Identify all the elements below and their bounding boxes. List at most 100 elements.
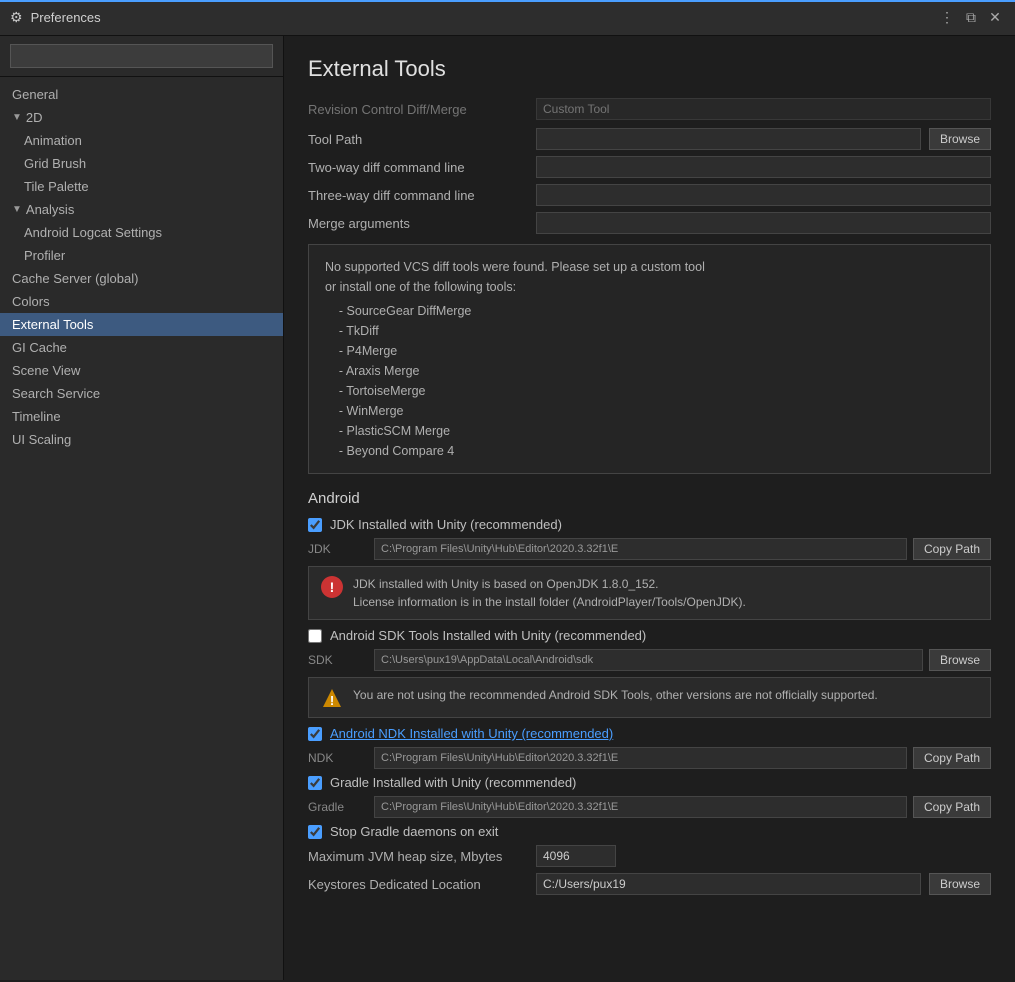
title-bar-left: ⚙ Preferences: [10, 9, 101, 26]
search-input[interactable]: [10, 44, 273, 68]
svg-text:!: !: [330, 693, 334, 708]
revision-control-input[interactable]: [536, 98, 991, 120]
window-title: Preferences: [31, 10, 101, 25]
ndk-checkbox-row: Android NDK Installed with Unity (recomm…: [308, 726, 991, 741]
gradle-checkbox-row: Gradle Installed with Unity (recommended…: [308, 775, 991, 790]
ndk-path-row: NDK Copy Path: [308, 747, 991, 769]
sdk-alert-text: You are not using the recommended Androi…: [353, 686, 878, 704]
keystores-input[interactable]: [536, 873, 921, 895]
merge-arguments-input[interactable]: [536, 212, 991, 234]
sdk-path-row: SDK Browse: [308, 649, 991, 671]
sidebar-item-general[interactable]: General: [0, 83, 283, 106]
app-icon: ⚙: [10, 9, 23, 26]
merge-arguments-label: Merge arguments: [308, 216, 528, 231]
ndk-path-label: NDK: [308, 751, 368, 765]
keystores-label: Keystores Dedicated Location: [308, 877, 528, 892]
jdk-checkbox-label: JDK Installed with Unity (recommended): [330, 517, 562, 532]
jdk-path-label: JDK: [308, 542, 368, 556]
sdk-checkbox[interactable]: [308, 629, 322, 643]
tool-path-input[interactable]: [536, 128, 921, 150]
sidebar-item-scene-view[interactable]: Scene View: [0, 359, 283, 382]
gradle-checkbox[interactable]: [308, 776, 322, 790]
max-jvm-input[interactable]: [536, 845, 616, 867]
max-jvm-label: Maximum JVM heap size, Mbytes: [308, 849, 528, 864]
sdk-alert-icon: !: [321, 687, 343, 709]
jdk-alert-icon: !: [321, 576, 343, 598]
stop-gradle-checkbox-row: Stop Gradle daemons on exit: [308, 824, 991, 839]
tool-item-7: - Beyond Compare 4: [325, 441, 974, 461]
sidebar-item-animation[interactable]: Animation: [0, 129, 283, 152]
jdk-alert-text: JDK installed with Unity is based on Ope…: [353, 575, 746, 611]
gradle-copy-path-button[interactable]: Copy Path: [913, 796, 991, 818]
sidebar-item-profiler[interactable]: Profiler: [0, 244, 283, 267]
sidebar-item-colors[interactable]: Colors: [0, 290, 283, 313]
close-button[interactable]: ✕: [985, 8, 1005, 28]
sidebar-item-gi-cache[interactable]: GI Cache: [0, 336, 283, 359]
gradle-path-label: Gradle: [308, 800, 368, 814]
tool-path-browse-button[interactable]: Browse: [929, 128, 991, 150]
sidebar-item-timeline[interactable]: Timeline: [0, 405, 283, 428]
two-way-diff-label: Two-way diff command line: [308, 160, 528, 175]
search-wrapper: [10, 44, 273, 68]
gradle-checkbox-label: Gradle Installed with Unity (recommended…: [330, 775, 576, 790]
sdk-browse-button[interactable]: Browse: [929, 649, 991, 671]
tool-item-0: - SourceGear DiffMerge: [325, 301, 974, 321]
sidebar-item-ui-scaling[interactable]: UI Scaling: [0, 428, 283, 451]
sidebar-item-cache-server[interactable]: Cache Server (global): [0, 267, 283, 290]
revision-control-row: Revision Control Diff/Merge: [308, 98, 991, 120]
jdk-checkbox[interactable]: [308, 518, 322, 532]
jdk-checkbox-row: JDK Installed with Unity (recommended): [308, 517, 991, 532]
title-bar-controls: ⋮ ⧉ ✕: [937, 8, 1005, 28]
jdk-copy-path-button[interactable]: Copy Path: [913, 538, 991, 560]
sidebar-nav: General ▼ 2D Animation Grid Brush Tile P…: [0, 77, 283, 457]
merge-arguments-row: Merge arguments: [308, 212, 991, 234]
info-line2: or install one of the following tools:: [325, 277, 974, 297]
content-inner: External Tools Revision Control Diff/Mer…: [284, 36, 1015, 980]
content-area: External Tools Revision Control Diff/Mer…: [284, 36, 1015, 980]
three-way-diff-label: Three-way diff command line: [308, 188, 528, 203]
sdk-path-input[interactable]: [374, 649, 923, 671]
tools-list: - SourceGear DiffMerge - TkDiff - P4Merg…: [325, 301, 974, 461]
tool-item-6: - PlasticSCM Merge: [325, 421, 974, 441]
two-way-diff-input[interactable]: [536, 156, 991, 178]
stop-gradle-checkbox-label: Stop Gradle daemons on exit: [330, 824, 498, 839]
search-bar: [0, 36, 283, 77]
sidebar-item-android-logcat[interactable]: Android Logcat Settings: [0, 221, 283, 244]
jdk-alert-box: ! JDK installed with Unity is based on O…: [308, 566, 991, 620]
three-way-diff-input[interactable]: [536, 184, 991, 206]
ndk-copy-path-button[interactable]: Copy Path: [913, 747, 991, 769]
sidebar-item-external-tools[interactable]: External Tools: [0, 313, 283, 336]
maximize-button[interactable]: ⧉: [961, 8, 981, 28]
android-section-title: Android: [308, 490, 991, 507]
ndk-path-input[interactable]: [374, 747, 907, 769]
gradle-path-row: Gradle Copy Path: [308, 796, 991, 818]
two-way-diff-row: Two-way diff command line: [308, 156, 991, 178]
caret-analysis: ▼: [12, 204, 22, 215]
sidebar-item-grid-brush[interactable]: Grid Brush: [0, 152, 283, 175]
info-line1: No supported VCS diff tools were found. …: [325, 257, 974, 277]
keystores-row: Keystores Dedicated Location Browse: [308, 873, 991, 895]
menu-button[interactable]: ⋮: [937, 8, 957, 28]
jdk-path-input[interactable]: [374, 538, 907, 560]
page-title: External Tools: [308, 56, 991, 82]
main-layout: General ▼ 2D Animation Grid Brush Tile P…: [0, 36, 1015, 980]
sidebar: General ▼ 2D Animation Grid Brush Tile P…: [0, 36, 284, 980]
tool-item-3: - Araxis Merge: [325, 361, 974, 381]
stop-gradle-checkbox[interactable]: [308, 825, 322, 839]
sdk-alert-box: ! You are not using the recommended Andr…: [308, 677, 991, 718]
sidebar-item-search-service[interactable]: Search Service: [0, 382, 283, 405]
sdk-checkbox-row: Android SDK Tools Installed with Unity (…: [308, 628, 991, 643]
tool-item-5: - WinMerge: [325, 401, 974, 421]
keystores-browse-button[interactable]: Browse: [929, 873, 991, 895]
sidebar-item-analysis[interactable]: ▼ Analysis: [0, 198, 283, 221]
gradle-path-input[interactable]: [374, 796, 907, 818]
ndk-checkbox[interactable]: [308, 727, 322, 741]
tool-item-4: - TortoiseMerge: [325, 381, 974, 401]
caret-2d: ▼: [12, 112, 22, 123]
sidebar-item-tile-palette[interactable]: Tile Palette: [0, 175, 283, 198]
sdk-checkbox-label: Android SDK Tools Installed with Unity (…: [330, 628, 646, 643]
tool-item-2: - P4Merge: [325, 341, 974, 361]
sidebar-item-2d[interactable]: ▼ 2D: [0, 106, 283, 129]
sdk-path-label: SDK: [308, 653, 368, 667]
ndk-checkbox-label: Android NDK Installed with Unity (recomm…: [330, 726, 613, 741]
